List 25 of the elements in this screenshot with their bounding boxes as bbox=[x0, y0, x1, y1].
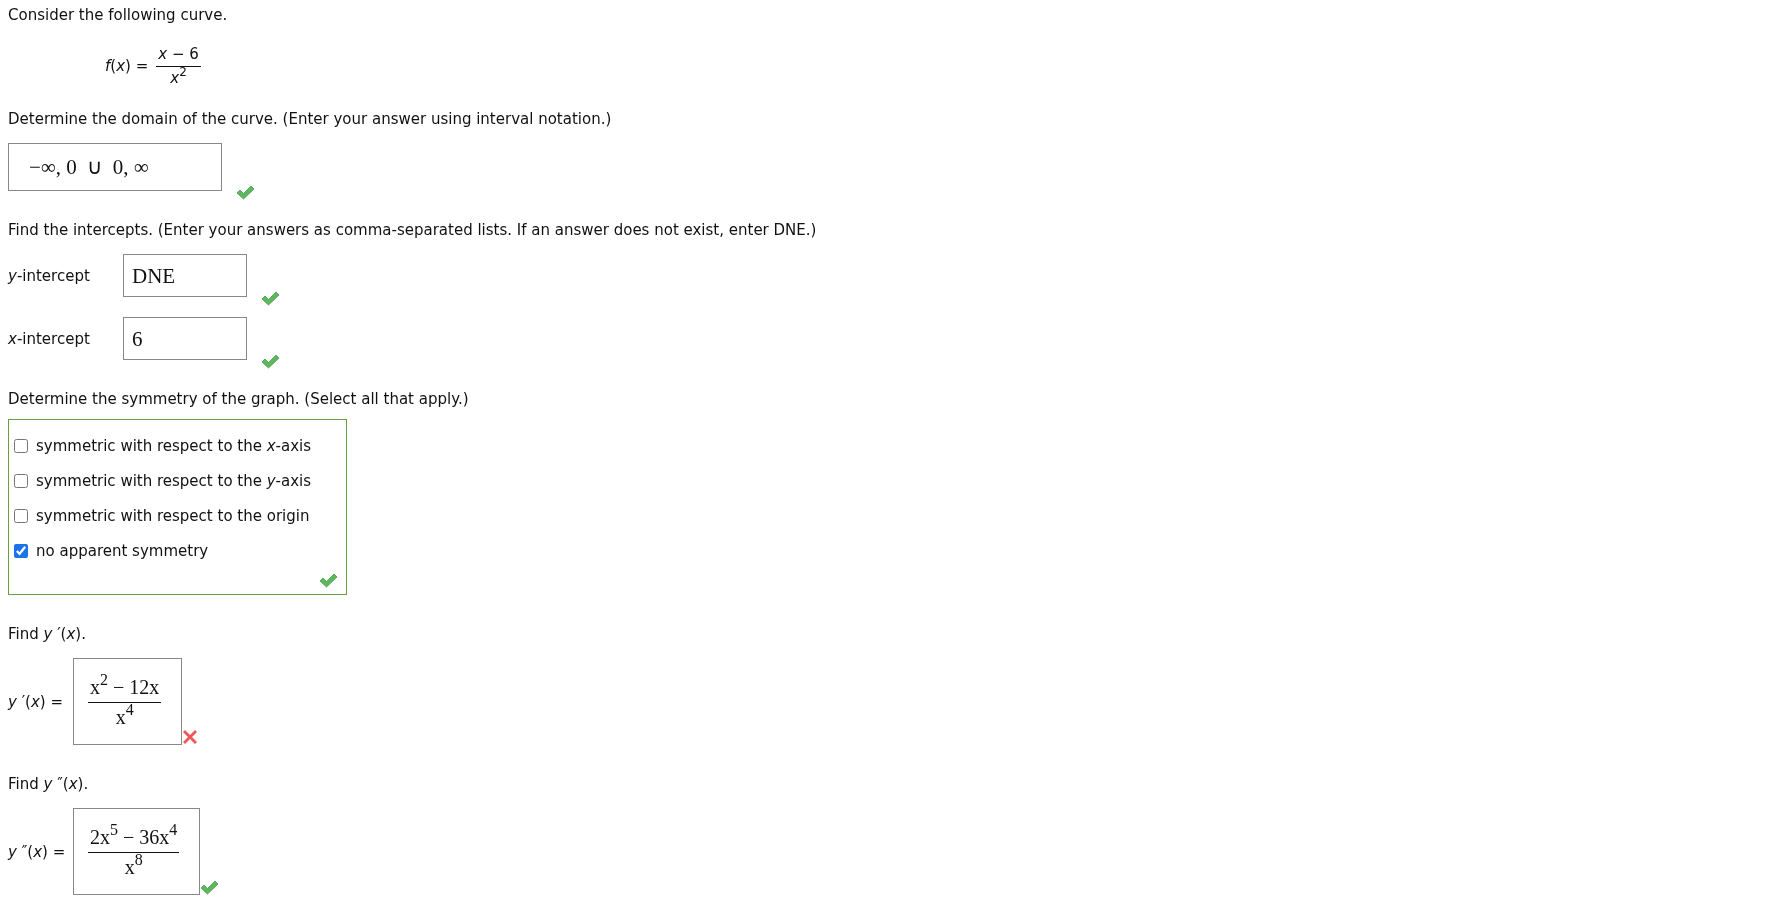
checkbox[interactable] bbox=[14, 543, 28, 558]
question-text: Find y ″(x). bbox=[8, 775, 90, 793]
question-text: Find the intercepts. (Enter your answers as comma-separated lists. If an answer does not exist, enter DNE.) bbox=[8, 221, 818, 239]
question-text: Determine the symmetry of the graph. (Select all that apply.) bbox=[8, 390, 470, 408]
option-label: symmetric with respect to the y-axis bbox=[36, 471, 312, 490]
answer-box[interactable]: 2x$^{5}$ − 36x$^{4}$ x$^{8}$ bbox=[73, 808, 201, 895]
option-label: symmetric with respect to the origin bbox=[36, 506, 310, 525]
answer-box[interactable]: −∞, 0 ∪ 0, ∞ bbox=[8, 143, 222, 191]
checkbox[interactable] bbox=[14, 473, 28, 488]
option-label: no apparent symmetry bbox=[36, 541, 209, 560]
answer-box[interactable]: x$^{2}$ − 12x x$^{4}$ bbox=[73, 658, 183, 745]
field-label: y-intercept bbox=[8, 266, 91, 285]
function-label: f(x) = bbox=[105, 57, 149, 75]
answer-box[interactable]: DNE bbox=[123, 254, 247, 297]
derivative-label: y ″(x) = bbox=[8, 842, 67, 861]
option-label: symmetric with respect to the x-axis bbox=[36, 436, 312, 455]
question-text: Find y ′(x). bbox=[8, 625, 87, 643]
derivative-label: y ′(x) = bbox=[8, 692, 64, 711]
checkbox[interactable] bbox=[14, 438, 28, 453]
answer-box[interactable]: 6 bbox=[123, 317, 247, 360]
function-fraction: x − 6 x$^{2}$ bbox=[156, 45, 201, 87]
checkbox[interactable] bbox=[14, 508, 28, 523]
question-text: Determine the domain of the curve. (Enter your answer using interval notation.) bbox=[8, 110, 613, 128]
intro-text: Consider the following curve. bbox=[8, 6, 229, 24]
field-label: x-intercept bbox=[8, 329, 91, 348]
